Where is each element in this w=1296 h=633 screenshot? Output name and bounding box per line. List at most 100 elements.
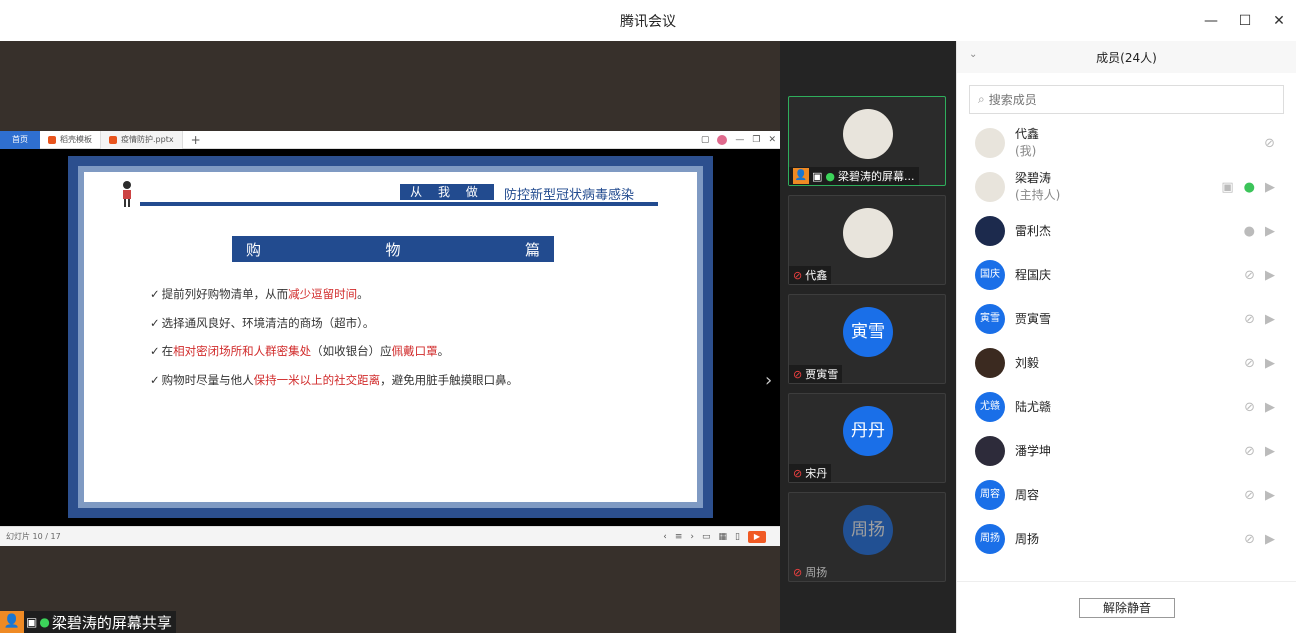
mic-icon: ● <box>39 615 50 629</box>
member-row[interactable]: 代鑫 (我) ⊘ <box>957 121 1296 165</box>
grid-view-icon[interactable]: ▦ <box>719 532 728 542</box>
check-icon: ✓ <box>150 315 160 330</box>
video-tile[interactable]: 寅雪 ⊘ 贾寅雪 <box>788 294 946 384</box>
app-title: 腾讯会议 <box>620 13 676 30</box>
camera-off-icon[interactable]: ▶ <box>1265 224 1275 239</box>
mic-muted-icon: ⊘ <box>793 367 803 381</box>
collapse-chevron-icon[interactable]: ⌄ <box>969 49 977 60</box>
member-row[interactable]: 雷利杰 ● ▶ <box>957 209 1296 253</box>
member-avatar: 国庆 <box>975 260 1005 290</box>
slide-divider <box>140 202 658 206</box>
account-icon[interactable] <box>717 135 728 145</box>
sharer-name: 梁碧涛的屏幕共享 <box>51 613 172 632</box>
next-slide-icon[interactable]: › <box>690 532 694 542</box>
member-avatar: 周容 <box>975 480 1005 510</box>
camera-off-icon[interactable]: ▶ <box>1265 444 1275 459</box>
member-row[interactable]: 周扬 周扬 ⊘ ▶ <box>957 517 1296 561</box>
maximize-button[interactable]: ☐ <box>1228 13 1262 29</box>
ppt-tab[interactable]: 疫情防护.pptx <box>101 130 183 149</box>
unmute-all-button[interactable]: 解除静音 <box>1079 597 1175 618</box>
list-icon[interactable]: ≡ <box>675 532 683 542</box>
mic-muted-icon[interactable]: ⊘ <box>1264 136 1275 151</box>
next-arrow-icon[interactable]: › <box>765 370 772 391</box>
member-name: 程国庆 <box>1015 267 1052 282</box>
window-controls: — ☐ ✕ <box>1194 0 1296 41</box>
tile-name-label: ⊘ 贾寅雪 <box>789 365 843 383</box>
minimize-button[interactable]: — <box>1194 13 1228 29</box>
slide-bullet: ✓ 在相对密闭场所和人群密集处（如收银台）应佩戴口罩。 <box>150 344 450 358</box>
camera-off-icon[interactable]: ▶ <box>1265 312 1275 327</box>
mic-muted-icon[interactable]: ⊘ <box>1244 532 1255 547</box>
mic-muted-icon[interactable]: ⊘ <box>1244 400 1255 415</box>
slide-bullets: ✓ 提前列好购物清单，从而减少逗留时间。 ✓ 选择通风良好、环境清洁的商场（超市）。 ✓… <box>150 286 518 400</box>
close-button[interactable]: ✕ <box>1262 13 1296 29</box>
camera-off-icon[interactable]: ▶ <box>1265 488 1275 503</box>
member-avatar <box>975 172 1005 202</box>
mic-muted-icon[interactable]: ⊘ <box>1244 356 1255 371</box>
close-icon[interactable]: ✕ <box>768 135 776 145</box>
video-tile[interactable]: 👤 ▣ ● 梁碧涛的屏幕... <box>788 96 946 186</box>
mic-muted-icon[interactable]: ⊘ <box>1244 312 1255 327</box>
member-row[interactable]: 国庆 程国庆 ⊘ ▶ <box>957 253 1296 297</box>
panel-title: 成员(24人) <box>1096 50 1157 65</box>
share-screen-icon: ▣ <box>812 169 823 183</box>
mic-muted-icon[interactable]: ⊘ <box>1244 444 1255 459</box>
mic-icon[interactable]: ● <box>1244 180 1255 195</box>
camera-off-icon[interactable]: ▶ <box>1265 268 1275 283</box>
mic-muted-icon[interactable]: ⊘ <box>1244 488 1255 503</box>
panel-header: ⌄ 成员(24人) <box>957 41 1296 73</box>
shared-presentation: 首页 稻壳模板 疫情防护.pptx + ▢ — ❐ ✕ 从 我 做 起 防控新型冠状病毒感染 … <box>0 130 780 546</box>
restore-icon[interactable]: ❐ <box>752 135 760 145</box>
camera-off-icon[interactable]: ▶ <box>1265 356 1275 371</box>
slide-bullet: ✓ 购物时尽量与他人保持一米以上的社交距离，避免用脏手触摸眼口鼻。 <box>150 372 519 387</box>
search-input[interactable] <box>988 92 1259 107</box>
tile-avatar <box>843 208 893 258</box>
tile-name-label: ⊘ 周扬 <box>793 565 828 580</box>
screen-share-area: 首页 稻壳模板 疫情防护.pptx + ▢ — ❐ ✕ 从 我 做 起 防控新型冠状病毒感染 … <box>0 41 780 633</box>
camera-off-icon[interactable]: ▶ <box>1265 532 1275 547</box>
panel-footer: 解除静音 <box>957 581 1296 633</box>
mic-icon[interactable]: ● <box>1244 224 1255 239</box>
member-name: 贾寅雪 <box>1015 311 1052 326</box>
ppt-tab[interactable]: 首页 <box>0 130 40 149</box>
video-strip: 👤 ▣ ● 梁碧涛的屏幕... ⊘ 代鑫 寅雪 ⊘ 贾寅雪 丹丹 ⊘ 宋丹 周扬 ⊘ 周扬 <box>780 41 956 633</box>
member-name: 周扬 <box>1015 531 1040 546</box>
video-tile[interactable]: 丹丹 ⊘ 宋丹 <box>788 393 946 483</box>
sharer-label: 👤 ▣ ● 梁碧涛的屏幕共享 <box>0 611 176 633</box>
member-row[interactable]: 周容 周容 ⊘ ▶ <box>957 473 1296 517</box>
normal-view-icon[interactable]: ▭ <box>702 532 711 542</box>
tab-count-icon[interactable]: ▢ <box>701 135 710 145</box>
member-list: 代鑫 (我) ⊘ 梁碧涛 (主持人) ▣ ● ▶ 雷利杰 ● ▶ 国庆 程国庆 ⊘ ▶ 寅雪 贾寅雪 ⊘ ▶ 刘毅 ⊘ ▶… <box>957 121 1296 576</box>
ppt-tab-bar: 首页 稻壳模板 疫情防护.pptx + ▢ — ❐ ✕ <box>0 130 780 149</box>
prev-slide-icon[interactable]: ‹ <box>663 532 667 542</box>
slide-section-title: 购 物 篇 <box>232 236 554 262</box>
play-icon[interactable]: ▶ <box>748 531 766 543</box>
video-tile[interactable]: ⊘ 代鑫 <box>788 195 946 285</box>
member-name: 周容 <box>1015 487 1040 502</box>
check-icon: ✓ <box>150 287 160 301</box>
tile-name-label: 👤 ▣ ● 梁碧涛的屏幕... <box>789 167 919 185</box>
new-tab-icon[interactable]: + <box>183 133 209 147</box>
slide-pill: 从 我 做 起 <box>400 184 494 215</box>
ppt-tab[interactable]: 稻壳模板 <box>40 130 101 149</box>
member-name: 代鑫 <box>1015 127 1040 141</box>
mic-muted-icon[interactable]: ⊘ <box>1244 268 1255 283</box>
member-row[interactable]: 寅雪 贾寅雪 ⊘ ▶ <box>957 297 1296 341</box>
video-tile[interactable]: 周扬 ⊘ 周扬 <box>788 492 946 582</box>
check-icon: ✓ <box>150 372 160 387</box>
member-row[interactable]: 尤赣 陆尤赣 ⊘ ▶ <box>957 385 1296 429</box>
slide-counter: 幻灯片 10 / 17 <box>6 532 61 541</box>
slide-bullet: ✓ 选择通风良好、环境清洁的商场（超市）。 <box>150 315 375 330</box>
reading-view-icon[interactable]: ▯ <box>735 532 740 542</box>
member-row[interactable]: 梁碧涛 (主持人) ▣ ● ▶ <box>957 165 1296 209</box>
camera-off-icon[interactable]: ▶ <box>1265 400 1275 415</box>
member-avatar: 寅雪 <box>975 304 1005 334</box>
camera-off-icon[interactable]: ▶ <box>1265 180 1275 195</box>
min-icon[interactable]: — <box>735 135 744 145</box>
member-row[interactable]: 潘学坤 ⊘ ▶ <box>957 429 1296 473</box>
member-avatar: 尤赣 <box>975 392 1005 422</box>
member-row[interactable]: 刘毅 ⊘ ▶ <box>957 341 1296 385</box>
member-name: 刘毅 <box>1015 355 1040 370</box>
member-search[interactable]: ⌕ <box>969 85 1284 114</box>
slide-headline: 防控新型冠状病毒感染 <box>504 188 635 203</box>
